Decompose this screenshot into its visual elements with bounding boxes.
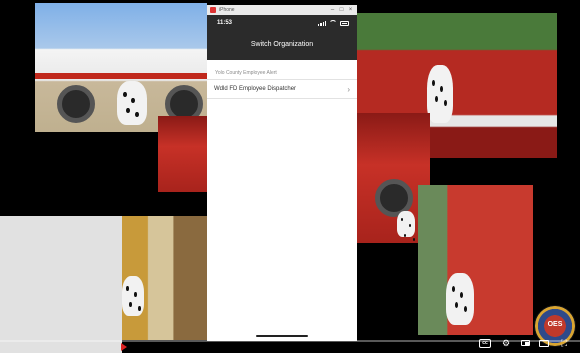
- window-titlebar: iPhone – □ ×: [207, 5, 357, 15]
- page-title: Switch Organization: [250, 41, 314, 48]
- window-title: iPhone: [219, 7, 235, 13]
- fullscreen-icon[interactable]: ⛶: [558, 338, 570, 348]
- signal-icon: [318, 20, 326, 26]
- theater-icon[interactable]: [539, 339, 549, 347]
- home-indicator[interactable]: [256, 335, 308, 337]
- maximize-icon[interactable]: □: [338, 7, 345, 14]
- wifi-icon: [329, 20, 337, 26]
- app-header: 11:53 Switch Organization: [207, 15, 357, 60]
- status-time: 11:53: [217, 20, 233, 26]
- section-label: Yolo County Employee Alert: [215, 70, 277, 76]
- chevron-right-icon: ›: [347, 84, 350, 94]
- phone-screen: iPhone – □ × 11:53 Switch Organization Y…: [207, 5, 357, 341]
- photo-blank-panel: [0, 216, 122, 353]
- player-controls: cc ⚙ ⛶: [479, 338, 570, 348]
- watermark-text: OES: [547, 321, 563, 328]
- miniplayer-icon[interactable]: [521, 340, 530, 346]
- app-icon: [210, 7, 216, 13]
- settings-icon[interactable]: ⚙: [500, 338, 512, 348]
- status-icons: [318, 20, 349, 26]
- photo-red-truck-rear: [158, 116, 207, 192]
- close-icon[interactable]: ×: [347, 7, 354, 14]
- photo-dalmatian-red-truck: [418, 185, 533, 335]
- list-item-organization[interactable]: Wdld FD Employee Dispatcher ›: [207, 79, 357, 99]
- play-icon[interactable]: [121, 343, 127, 351]
- photo-white-pickup-truck: [35, 3, 207, 132]
- list-item-label: Wdld FD Employee Dispatcher: [214, 86, 297, 92]
- minimize-icon[interactable]: –: [329, 7, 336, 14]
- photo-hoses-and-dog: [122, 216, 207, 340]
- captions-button[interactable]: cc: [479, 338, 491, 348]
- battery-icon: [340, 20, 349, 26]
